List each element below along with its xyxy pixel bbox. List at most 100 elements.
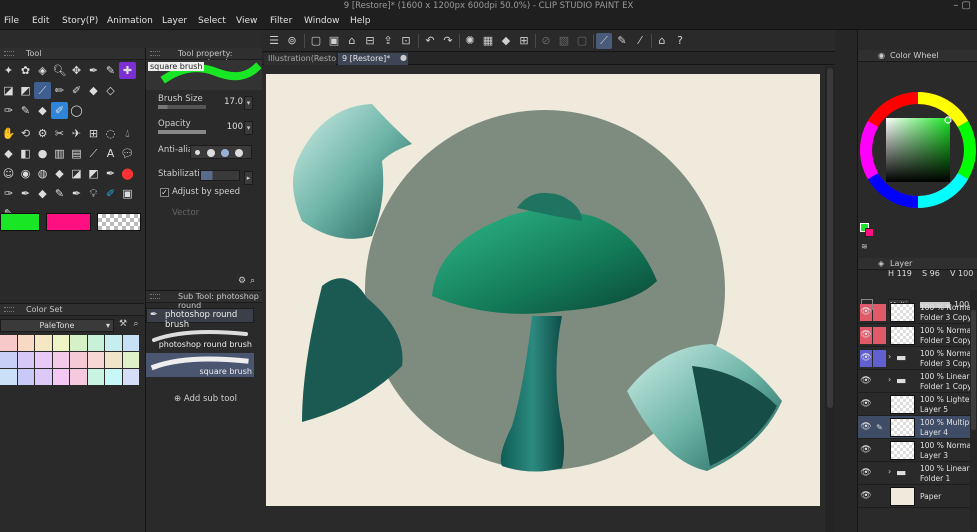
eye-icon[interactable]: 👁︎ [860,304,872,321]
scissors-tool-icon[interactable]: ✂ [51,125,68,142]
paint-tool-icon[interactable]: ◆ [51,165,68,182]
canvas-scrollbar[interactable] [825,66,835,532]
gradient-tool-icon[interactable]: ◩ [85,165,102,182]
blend-tool-icon[interactable]: ✑ [0,102,17,119]
palette-dropdown[interactable]: PaleTone ▾ [0,319,114,332]
stabilization-slider[interactable] [200,170,240,181]
hue-value[interactable]: 119 [897,269,912,278]
brush-item-photoshop-round[interactable]: photoshop round brush [146,326,254,350]
color-set-swatch[interactable] [105,335,122,351]
eye-icon[interactable]: 👁︎ [860,465,872,482]
layer-scrollbar-thumb[interactable] [971,310,976,430]
main-color-swatch[interactable] [0,213,40,231]
layer-row[interactable]: 👁︎ › ▬ 100 % Linear buFolder 1 Copy [858,370,970,393]
transparent-color-swatch[interactable] [97,213,141,231]
undo-icon[interactable]: ↶ [422,33,438,49]
menu-view[interactable]: View [236,16,257,26]
circle-tool-icon[interactable]: ◯ [68,102,85,119]
zoom-tool-icon[interactable]: 🔍︎ [51,62,68,79]
new-page-icon[interactable]: ▣ [326,33,342,49]
layer-row[interactable]: 👁︎ › ▬ 100 % Linear buFolder 1 [858,462,970,485]
eye-icon[interactable]: 👁︎ [860,327,872,344]
dropper-tool-icon[interactable]: ✎ [51,185,68,202]
window-controls[interactable]: – ▢ [953,0,971,11]
lock-icon[interactable] [873,488,886,505]
loading-icon[interactable]: ✺ [462,33,478,49]
wrench-icon[interactable]: ⚙ [238,276,246,286]
color-set-swatch[interactable] [35,369,52,385]
figure-tool-icon[interactable]: ☺ [0,165,17,182]
pen-marker-icon[interactable]: ✒ [102,165,119,182]
color-set-swatch[interactable] [52,369,69,385]
canvas-scrollbar-thumb[interactable] [827,68,833,408]
pencil-tool-icon[interactable]: ✎ [17,102,34,119]
grid-tool-icon[interactable]: ⊞ [85,125,102,142]
document-tab[interactable]: Illustration(Resto [264,53,336,65]
sub-color-swatch[interactable] [46,213,91,231]
eye-icon[interactable]: 👁︎ [860,488,872,505]
color-set-swatch[interactable] [0,352,17,368]
search-icon[interactable]: ⌕ [250,276,255,286]
palette-tool-icon[interactable]: ✿ [17,62,34,79]
layer-row[interactable]: 👁︎ 100 % Normal Layer 3 [858,439,970,462]
pen-icon[interactable]: ✎ [873,419,886,436]
lock-icon[interactable] [873,465,886,482]
color-set-swatch[interactable] [17,335,34,351]
graduation-cap-icon[interactable]: ⌂ [654,33,670,49]
pattern-tool-icon[interactable]: ▤ [68,145,85,162]
brush-size-slider[interactable] [158,105,206,109]
menu-edit[interactable]: Edit [32,16,49,26]
invert-selection-icon[interactable]: ▢ [574,33,590,49]
color-set-swatch[interactable] [87,352,104,368]
gem-tool-icon[interactable]: ✦ [0,62,17,79]
move-tool-icon[interactable]: ✥ [68,62,85,79]
grip-icon[interactable] [4,51,14,56]
decoration-tool-icon[interactable]: ◇ [102,82,119,99]
menu-file[interactable]: File [4,16,19,26]
magenta-tool-icon[interactable]: ◪ [68,165,85,182]
transform-icon[interactable]: ⊞ [516,33,532,49]
layer-row[interactable]: 👁︎ 100 % NormalFolder 3 Copy 3 [858,324,970,347]
layer-row[interactable]: 👁︎ › ▬ 100 % Normal Folder 3 Copy [858,347,970,370]
eye-icon[interactable]: 👁︎ [860,419,872,436]
dark-brush-icon[interactable]: ✑ [0,185,17,202]
chevron-right-icon[interactable]: › [888,375,891,384]
photo-tool-icon[interactable]: ◉ [17,165,34,182]
lock-icon[interactable] [873,350,886,367]
document-tab-active[interactable]: 9 [Restore]* [338,53,408,65]
color-set-swatch[interactable] [17,352,34,368]
menu-help[interactable]: Help [350,16,371,26]
layer-move-tool-icon[interactable]: ◈ [34,62,51,79]
eye-icon[interactable]: 👁︎ [860,396,872,413]
layer-scrollbar[interactable] [970,290,977,530]
layer-row[interactable]: 👁︎ 100 % NormalFolder 3 Copy 2 [858,301,970,324]
grip-icon[interactable] [150,294,160,299]
soft-eraser-icon[interactable]: ◆ [34,102,51,119]
sphere-tool-icon[interactable]: ◍ [34,165,51,182]
ball-tool-icon[interactable]: ● [34,145,51,162]
special-ruler-icon[interactable]: ⁄ [632,33,648,49]
search-icon[interactable]: ⌕ [130,319,142,332]
value-value[interactable]: 100 [958,269,973,278]
balloon-tool-icon[interactable]: 💬︎ [119,145,136,162]
frame-tool-icon[interactable]: ✈ [68,125,85,142]
lock-icon[interactable] [873,373,886,390]
menu-filter[interactable]: Filter [270,16,292,26]
layer-tool-icon[interactable]: ▥ [51,145,68,162]
saturation-value[interactable]: 96 [930,269,940,278]
menu-select[interactable]: Select [198,16,226,26]
color-set-swatch[interactable] [70,352,87,368]
operation-tool-icon[interactable]: ⟋ [34,82,51,99]
layer-tab-icon[interactable]: ◈ [878,259,884,268]
layer-row[interactable]: 👁︎ Paper [858,485,970,508]
nib-tool-icon[interactable]: ✒ [68,185,85,202]
eye-icon[interactable]: 👁︎ [860,442,872,459]
drops-tool-icon[interactable]: 💧︎ [119,125,136,142]
color-set-swatch[interactable] [70,335,87,351]
grip-icon[interactable] [4,307,14,312]
export-icon[interactable]: ⇪ [380,33,396,49]
pen-icon[interactable]: ✎ [614,33,630,49]
cyan-brush-icon[interactable]: ✐ [102,185,119,202]
add-sub-tool-button[interactable]: ⊕ Add sub tool [174,394,237,404]
lock-icon[interactable] [873,396,886,413]
